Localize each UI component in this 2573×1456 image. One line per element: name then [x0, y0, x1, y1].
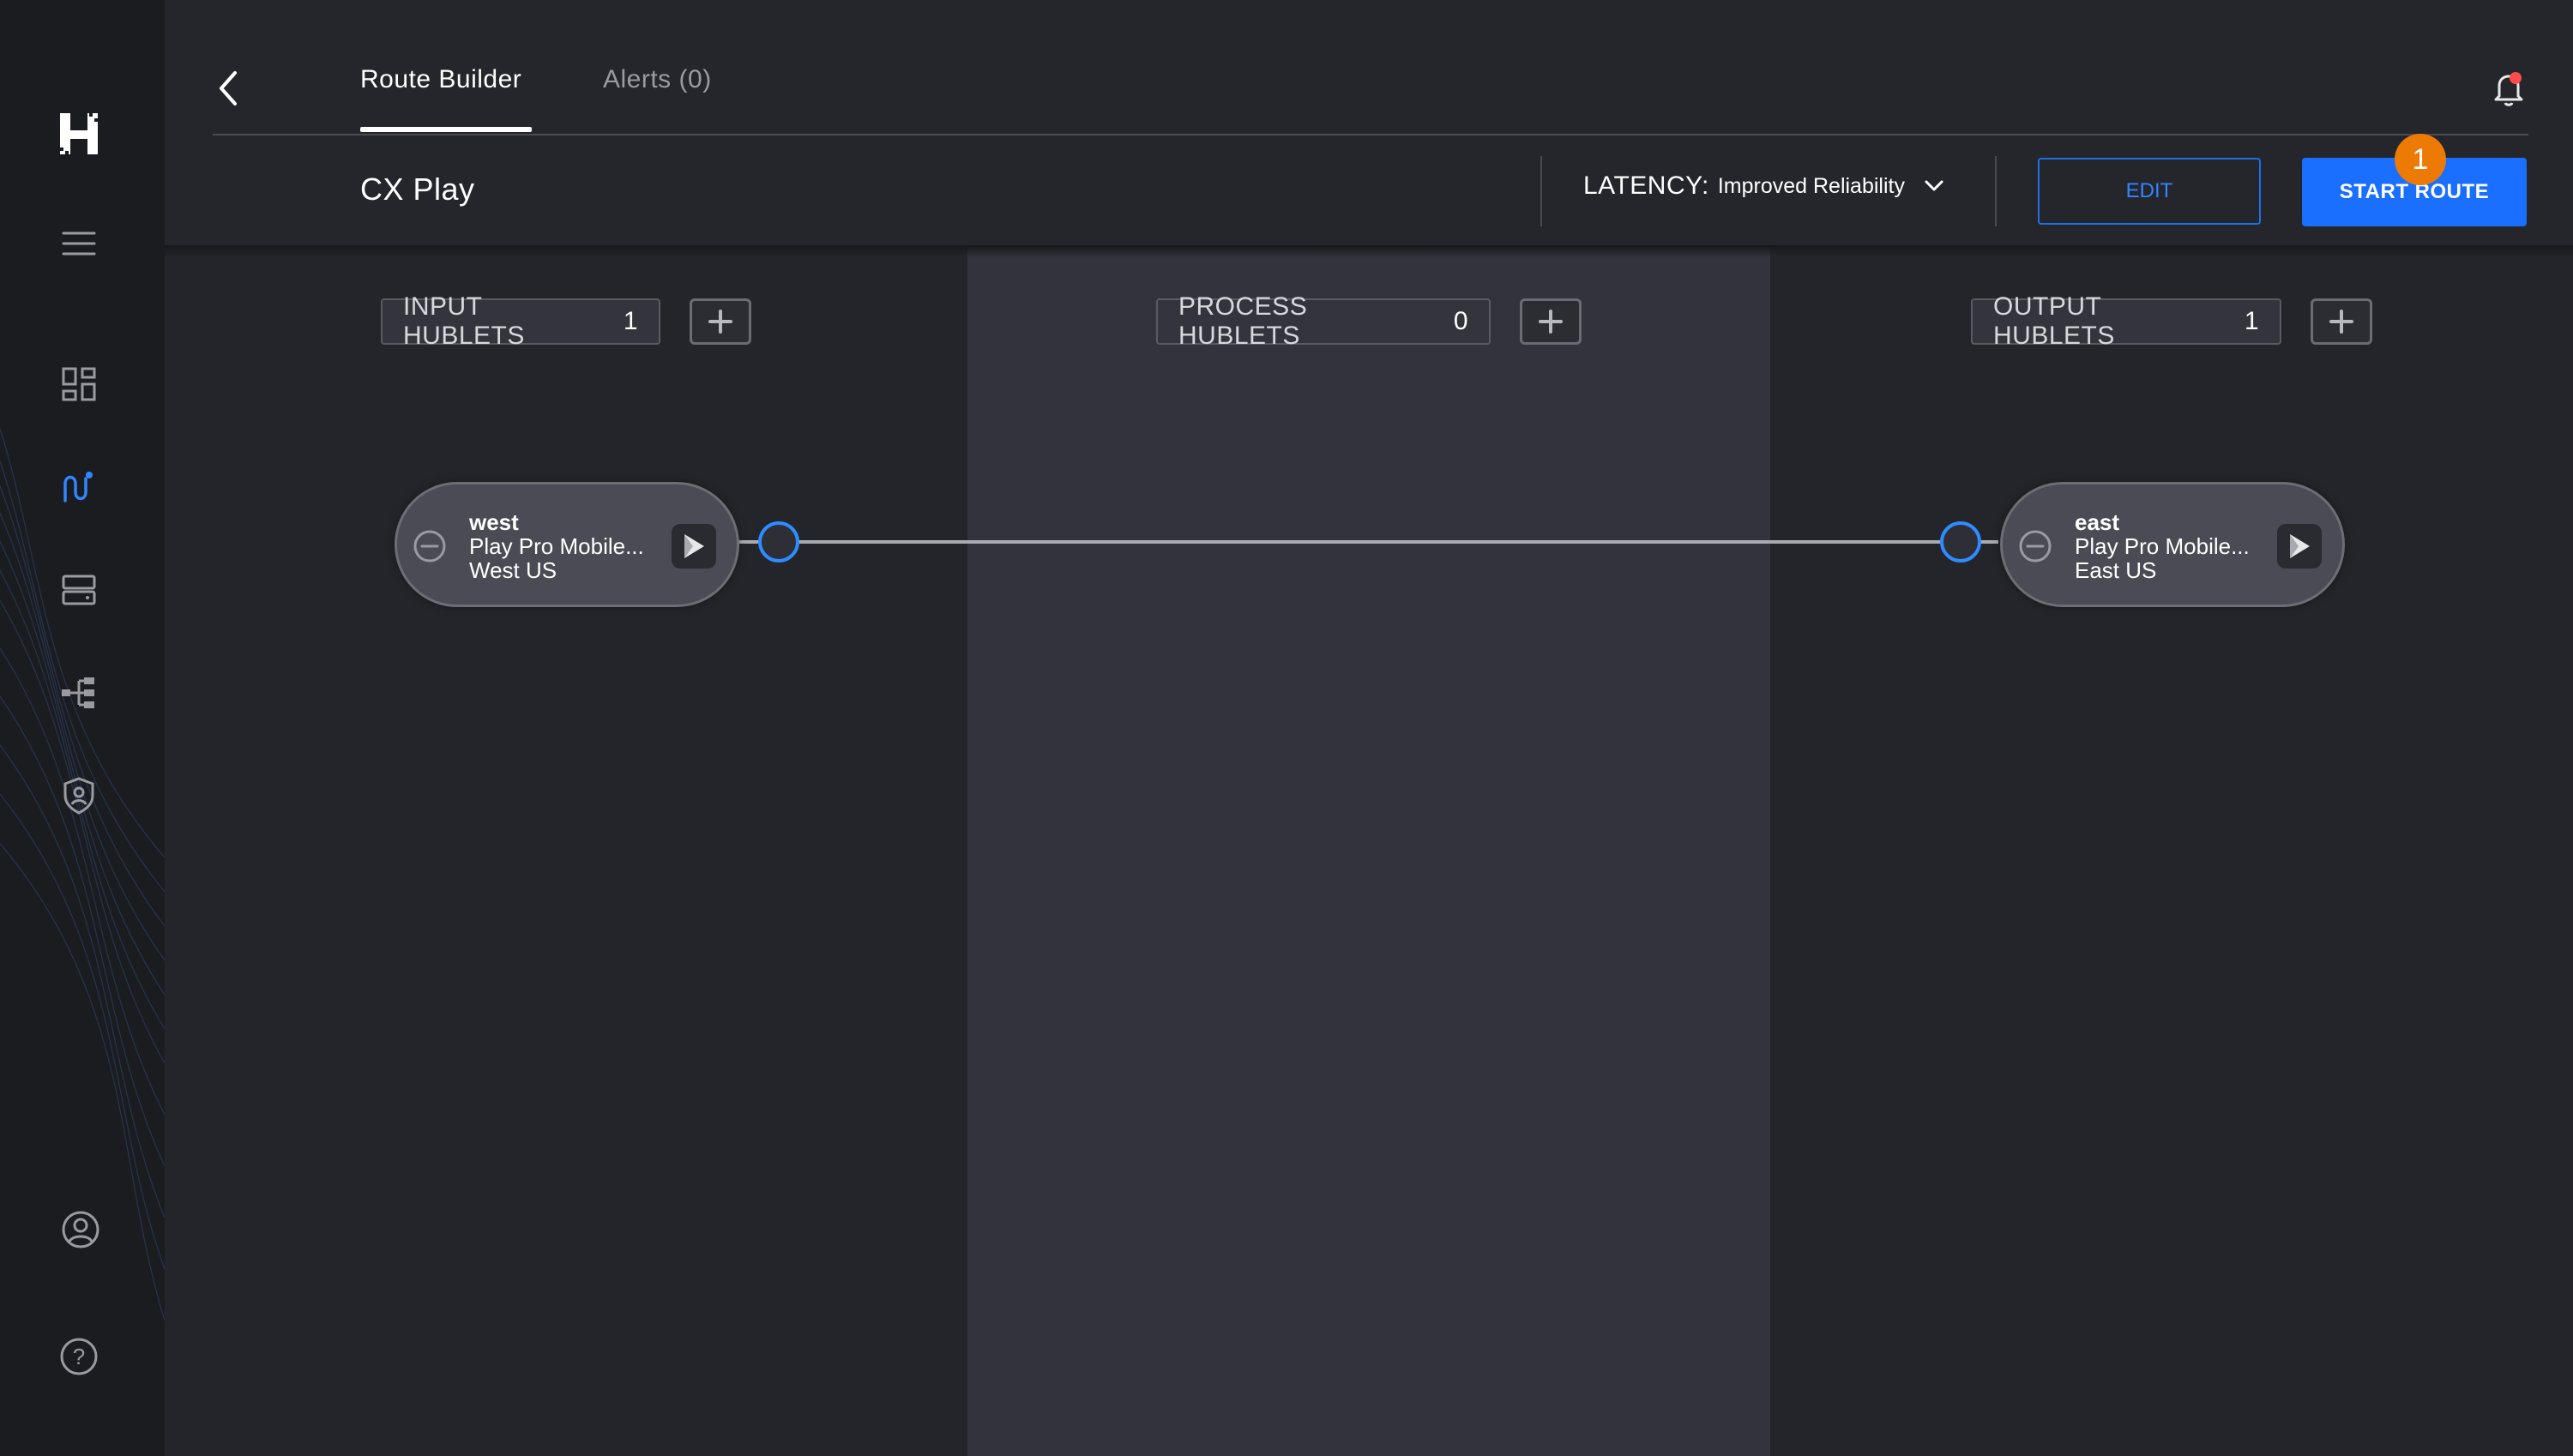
add-output-hublet-button[interactable] — [2311, 298, 2372, 345]
bell-icon — [2494, 75, 2523, 106]
input-hublets-count: 1 — [623, 307, 638, 335]
process-hublets-count: 0 — [1453, 307, 1468, 335]
edit-button[interactable]: EDIT — [2038, 158, 2261, 225]
header-separator — [1540, 156, 1542, 226]
process-hublets-text: PROCESS HUBLETS — [1178, 292, 1308, 350]
hublet-info: west Play Pro Mobile... West US — [469, 510, 644, 582]
route-connection-line — [738, 540, 1998, 544]
chevron-left-icon — [220, 71, 237, 105]
input-hublet-node[interactable]: west Play Pro Mobile... West US — [395, 482, 739, 607]
plus-icon — [1539, 310, 1563, 334]
play-pro-device-button[interactable] — [672, 524, 716, 569]
security-shield-icon[interactable] — [57, 773, 101, 818]
play-icon — [2290, 534, 2310, 558]
routes-icon[interactable] — [57, 465, 101, 509]
hublet-name: east — [2075, 509, 2120, 535]
header-shadow — [165, 245, 2573, 257]
header: Route Builder Alerts (0) CX Play LATENCY… — [165, 0, 2573, 247]
tab-alerts[interactable]: Alerts (0) — [603, 65, 712, 94]
latency-dropdown[interactable]: LATENCY: Improved Reliability — [1583, 171, 1944, 201]
active-tab-indicator — [360, 127, 532, 132]
process-hublets-label: PROCESS HUBLETS 0 — [1156, 292, 1491, 350]
hublet-info: east Play Pro Mobile... East US — [2075, 510, 2250, 582]
svg-text:?: ? — [73, 1344, 85, 1369]
tab-route-builder[interactable]: Route Builder — [360, 65, 521, 94]
topology-icon[interactable] — [57, 671, 101, 715]
hublet-region: East US — [2075, 557, 2157, 583]
output-hublets-text: OUTPUT HUBLETS — [1993, 292, 2115, 350]
back-button[interactable] — [208, 67, 250, 110]
hublet-region: West US — [469, 557, 557, 583]
plus-icon — [708, 310, 732, 334]
edit-count-badge: 1 — [2395, 134, 2446, 185]
remove-hublet-icon[interactable] — [2018, 529, 2052, 563]
notification-dot — [2510, 72, 2522, 84]
add-input-hublet-button[interactable] — [690, 298, 751, 345]
header-separator — [1995, 156, 1997, 226]
dashboard-icon[interactable] — [57, 362, 101, 406]
input-hublets-text: INPUT HUBLETS — [403, 292, 525, 350]
chevron-down-icon — [1925, 180, 1943, 191]
process-column — [967, 247, 1770, 1456]
remove-hublet-icon[interactable] — [413, 529, 447, 563]
logo-icon[interactable] — [55, 110, 103, 158]
route-name: CX Play — [360, 171, 475, 207]
output-hublets-label: OUTPUT HUBLETS 1 — [1971, 292, 2281, 350]
hublet-device: Play Pro Mobile... — [2075, 533, 2250, 559]
user-profile-icon[interactable] — [58, 1207, 103, 1252]
play-icon — [684, 534, 704, 558]
output-node-input-port[interactable] — [1940, 521, 1981, 563]
menu-icon[interactable] — [57, 221, 101, 266]
input-node-output-port[interactable] — [758, 521, 799, 563]
hublet-name: west — [469, 509, 519, 535]
add-process-hublet-button[interactable] — [1520, 298, 1582, 345]
output-hublet-node[interactable]: east Play Pro Mobile... East US — [2000, 482, 2345, 607]
latency-value: Improved Reliability — [1717, 173, 1905, 198]
servers-icon[interactable] — [57, 568, 101, 612]
latency-label: LATENCY: — [1583, 171, 1709, 200]
play-pro-device-button[interactable] — [2277, 524, 2322, 569]
plus-icon — [2329, 310, 2353, 334]
notifications-button[interactable] — [2487, 67, 2530, 110]
sidebar: ? — [0, 0, 165, 1456]
hublet-device: Play Pro Mobile... — [469, 533, 644, 559]
header-divider — [213, 134, 2528, 135]
output-hublets-count: 1 — [2244, 307, 2259, 335]
input-hublets-label: INPUT HUBLETS 1 — [381, 292, 660, 350]
route-canvas — [165, 247, 2573, 1456]
help-icon[interactable]: ? — [57, 1334, 101, 1379]
